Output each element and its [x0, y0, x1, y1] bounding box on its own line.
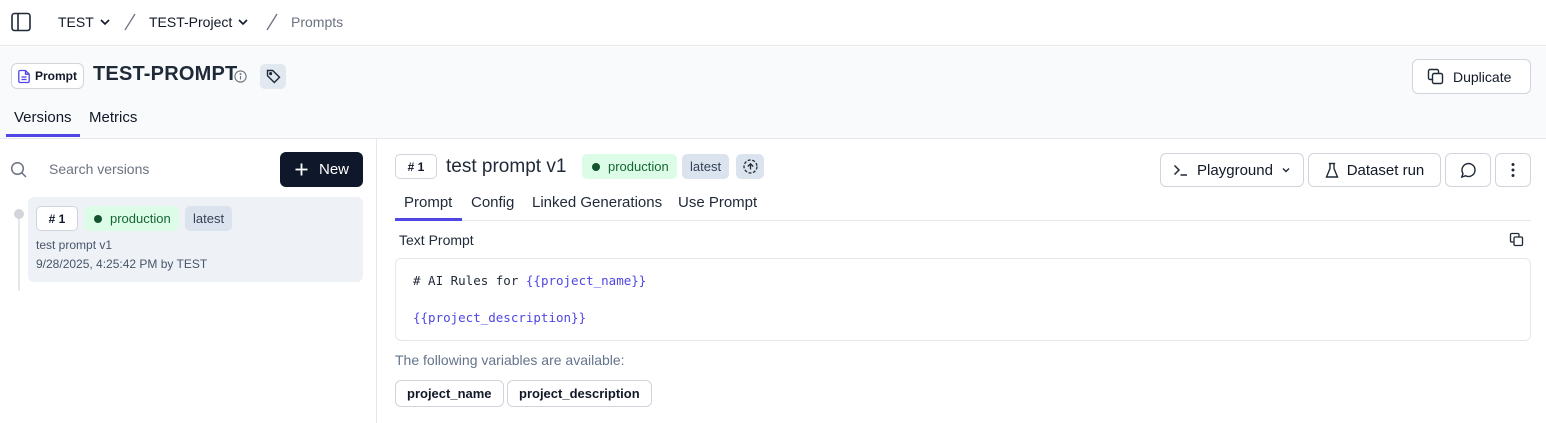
tab-prompt[interactable]: Prompt: [404, 194, 452, 211]
breadcrumb-project[interactable]: TEST-Project: [149, 14, 249, 30]
breadcrumb-page-label: Prompts: [291, 14, 344, 30]
status-dot-icon: [94, 214, 102, 223]
code-text: # AI Rules for: [413, 273, 526, 288]
code-line: {{project_description}}: [413, 310, 586, 325]
chevron-down-icon: [238, 19, 248, 26]
prompt-type-label: Prompt: [35, 69, 77, 83]
version-number-badge: # 1: [36, 206, 78, 231]
duplicate-button[interactable]: Duplicate: [1412, 59, 1531, 94]
detail-latest-badge: latest: [682, 154, 730, 179]
variable-chip: project_name: [395, 380, 504, 407]
production-label-badge: production: [84, 206, 179, 231]
tags-button[interactable]: [260, 64, 286, 89]
active-subtab-indicator: [395, 218, 462, 221]
active-tab-indicator: [6, 134, 80, 137]
search-icon: [10, 161, 28, 179]
dataset-run-label: Dataset run: [1346, 161, 1425, 179]
variables-note: The following variables are available:: [395, 352, 625, 368]
tag-icon: [266, 69, 280, 84]
page-title: TEST-PROMPT: [93, 63, 238, 85]
file-text-icon: [18, 69, 30, 83]
code-variable: {{project_name}}: [525, 273, 647, 288]
version-list-item[interactable]: # 1 production latest test prompt v1 9/2…: [28, 197, 363, 282]
detail-version-title: test prompt v1: [446, 156, 567, 177]
dataset-run-button[interactable]: Dataset run: [1308, 153, 1441, 187]
timeline-dot: [14, 209, 24, 219]
prompt-code-block: # AI Rules for {{project_name}} {{projec…: [395, 258, 1531, 341]
latest-label-badge: latest: [185, 206, 233, 231]
more-vertical-icon: [1511, 163, 1515, 177]
version-name: test prompt v1: [36, 238, 113, 252]
section-label: Text Prompt: [399, 232, 474, 248]
breadcrumb-separator: [124, 13, 136, 31]
breadcrumb-page[interactable]: Prompts: [291, 14, 343, 30]
duplicate-label: Duplicate: [1453, 68, 1512, 85]
tab-versions[interactable]: Versions: [14, 109, 72, 126]
info-icon[interactable]: [234, 70, 247, 83]
production-label-text: production: [110, 211, 171, 226]
plus-icon: [295, 163, 308, 176]
top-bar: TEST TEST-Project Prompts: [0, 0, 1546, 46]
comments-button[interactable]: [1445, 153, 1491, 187]
playground-label: Playground: [1197, 161, 1273, 179]
timeline-line: [18, 213, 20, 291]
breadcrumb-separator: [266, 13, 278, 31]
tabs-divider: [395, 220, 1531, 221]
sidebar-toggle-icon[interactable]: [10, 11, 32, 33]
chevron-down-icon: [100, 19, 110, 26]
search-versions-input[interactable]: [38, 153, 268, 185]
playground-button[interactable]: Playground: [1160, 153, 1304, 187]
tab-use-prompt[interactable]: Use Prompt: [678, 194, 757, 211]
detail-production-badge: production: [582, 154, 677, 179]
edit-labels-button[interactable]: [736, 154, 764, 179]
detail-production-text: production: [608, 159, 669, 174]
version-meta: 9/28/2025, 4:25:42 PM by TEST: [36, 257, 208, 271]
tab-config[interactable]: Config: [471, 194, 514, 211]
code-line: # AI Rules for {{project_name}}: [413, 273, 646, 288]
prompt-header: Prompt TEST-PROMPT Duplicate Versions Me…: [0, 47, 1546, 139]
breadcrumb-org[interactable]: TEST: [58, 14, 111, 30]
copy-icon: [1427, 68, 1444, 85]
copy-prompt-icon[interactable]: [1509, 232, 1524, 247]
terminal-icon: [1174, 164, 1188, 176]
new-version-button[interactable]: New: [280, 152, 363, 187]
more-options-button[interactable]: [1495, 153, 1531, 187]
code-variable: {{project_description}}: [413, 310, 587, 325]
chevron-down-icon: [1282, 168, 1290, 173]
status-dot-icon: [592, 162, 600, 171]
variable-chip: project_description: [507, 380, 652, 407]
versions-panel: New # 1 production latest test prompt v1…: [0, 139, 377, 423]
tab-metrics[interactable]: Metrics: [89, 109, 137, 126]
new-version-label: New: [318, 161, 349, 178]
tab-linked-generations[interactable]: Linked Generations: [532, 194, 662, 211]
breadcrumb-org-label: TEST: [58, 14, 94, 30]
prompt-type-badge: Prompt: [11, 63, 84, 89]
breadcrumb-project-label: TEST-Project: [149, 14, 233, 30]
detail-version-number-badge: # 1: [395, 154, 437, 179]
arrow-up-circle-dashed-icon: [742, 159, 758, 174]
message-circle-icon: [1460, 162, 1476, 178]
flask-icon: [1325, 162, 1339, 178]
